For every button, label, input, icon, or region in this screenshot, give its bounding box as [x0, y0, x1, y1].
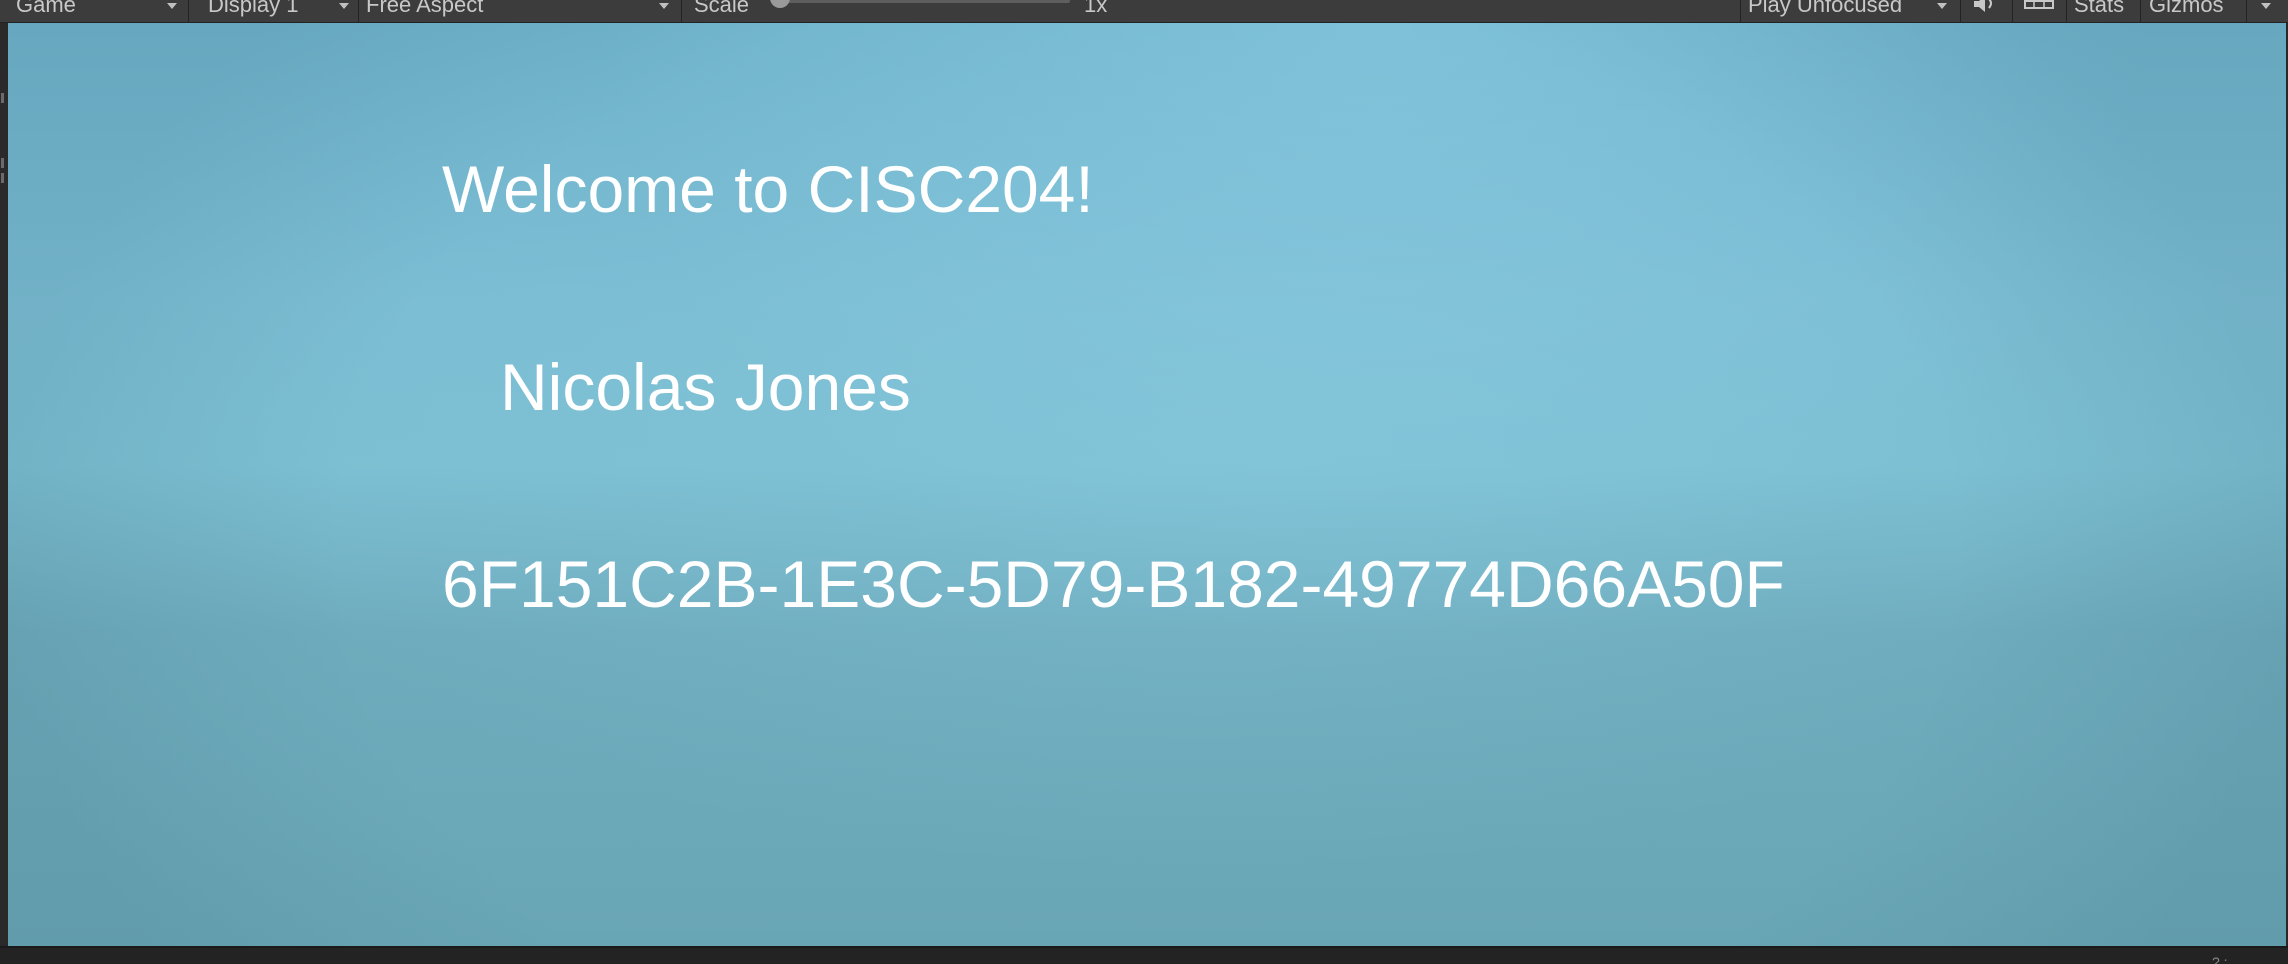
status-bar: ? :	[0, 946, 2288, 964]
toolbar-separator	[188, 0, 189, 22]
scale-value: 1x	[1084, 0, 1108, 17]
panel-edge-marker	[1, 158, 4, 168]
scale-label: Scale	[694, 0, 750, 17]
aspect-dropdown[interactable]: Free Aspect	[366, 0, 483, 21]
unity-game-window: Game Display 1 Free Aspect Scale 1x Play…	[0, 0, 2288, 964]
viewport-vignette	[8, 23, 2286, 946]
scale-slider-track[interactable]	[776, 0, 1070, 3]
chevron-down-icon	[167, 3, 177, 9]
toolbar-separator	[358, 0, 359, 22]
toolbar-separator	[2140, 0, 2141, 22]
welcome-text: Welcome to CISC204!	[442, 152, 1094, 226]
display-dropdown[interactable]: Display 1	[208, 0, 298, 21]
student-name-text: Nicolas Jones	[500, 350, 911, 424]
scale-slider-handle[interactable]	[770, 0, 790, 8]
chevron-down-icon	[339, 3, 349, 9]
panel-edge-marker	[1, 93, 4, 103]
status-glyph: ? :	[2212, 954, 2228, 964]
toolbar-separator	[2066, 0, 2067, 22]
left-panel-edge	[0, 23, 8, 946]
view-mode-dropdown[interactable]: Game	[16, 0, 76, 21]
gizmos-button[interactable]: Gizmos	[2149, 0, 2224, 21]
keyboard-icon[interactable]	[2024, 0, 2054, 16]
toolbar-separator	[2246, 0, 2247, 22]
speaker-icon[interactable]	[1972, 0, 1998, 16]
panel-edge-marker	[1, 173, 4, 183]
play-mode-dropdown[interactable]: Play Unfocused	[1748, 0, 1902, 21]
toolbar-separator	[1740, 0, 1741, 22]
student-id-text: 6F151C2B-1E3C-5D79-B182-49774D66A50F	[442, 547, 1785, 621]
stats-button[interactable]: Stats	[2074, 0, 2124, 21]
chevron-down-icon	[659, 3, 669, 9]
toolbar-separator	[2012, 0, 2013, 22]
toolbar-separator	[1960, 0, 1961, 22]
toolbar-separator	[681, 0, 682, 22]
game-view-toolbar: Game Display 1 Free Aspect Scale 1x Play…	[0, 0, 2288, 23]
chevron-down-icon	[1937, 3, 1947, 9]
chevron-down-icon[interactable]	[2261, 3, 2271, 9]
game-viewport[interactable]: Welcome to CISC204! Nicolas Jones 6F151C…	[8, 23, 2286, 946]
